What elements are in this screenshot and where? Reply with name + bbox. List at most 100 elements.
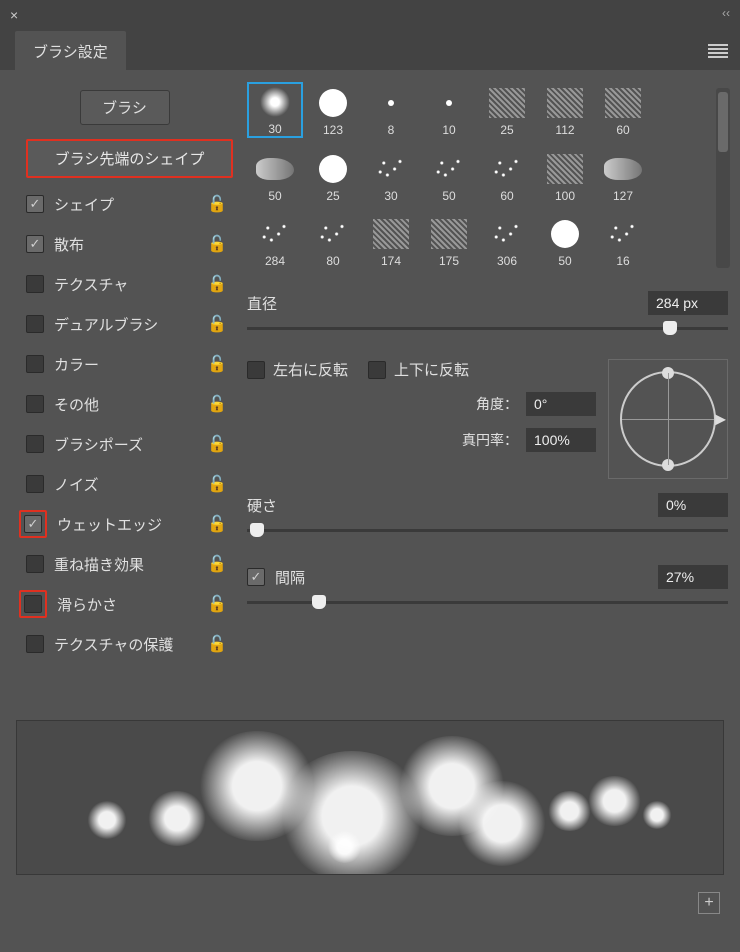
lock-icon[interactable]: 🔓 [207, 434, 227, 454]
brush-preset[interactable]: 174 [363, 213, 419, 269]
brush-preset[interactable]: 30 [363, 148, 419, 204]
brush-size-label: 80 [326, 254, 339, 268]
brush-grid-scrollbar[interactable] [716, 88, 730, 268]
angle-widget[interactable]: ▶ [608, 359, 728, 479]
spacing-field[interactable] [658, 565, 728, 589]
collapse-icon[interactable]: ‹‹ [722, 6, 730, 20]
flip-y-checkbox[interactable] [368, 361, 386, 379]
brush-tip-shape-button[interactable]: ブラシ先端のシェイプ [26, 139, 233, 178]
option-checkbox[interactable] [26, 355, 44, 373]
brush-preset[interactable]: 60 [595, 82, 651, 138]
tab-bar: ブラシ設定 [0, 30, 740, 70]
hardness-slider[interactable] [247, 521, 728, 541]
option-row: ブラシポーズ🔓 [12, 424, 237, 464]
angle-node-bottom[interactable] [662, 459, 674, 471]
brush-preset[interactable]: 16 [595, 213, 651, 269]
option-checkbox[interactable] [26, 635, 44, 653]
option-label[interactable]: シェイプ [54, 194, 207, 215]
option-label[interactable]: ブラシポーズ [54, 434, 207, 455]
lock-icon[interactable]: 🔓 [207, 234, 227, 254]
brush-preset[interactable]: 30 [247, 82, 303, 138]
lock-icon[interactable]: 🔓 [207, 634, 227, 654]
option-checkbox[interactable]: ✓ [26, 195, 44, 213]
brush-preset[interactable]: 50 [247, 148, 303, 204]
option-checkbox[interactable] [26, 555, 44, 573]
brush-size-label: 123 [323, 123, 343, 137]
hardness-label: 硬さ [247, 495, 277, 516]
brush-preset[interactable]: 50 [537, 213, 593, 269]
option-label[interactable]: 重ね描き効果 [54, 554, 207, 575]
brush-size-label: 175 [439, 254, 459, 268]
scrollbar-thumb[interactable] [718, 92, 728, 152]
lock-icon[interactable]: 🔓 [207, 594, 227, 614]
brush-size-label: 25 [326, 189, 339, 203]
new-brush-button[interactable]: + [698, 892, 720, 914]
lock-icon[interactable]: 🔓 [207, 474, 227, 494]
option-label[interactable]: その他 [54, 394, 207, 415]
option-row: 重ね描き効果🔓 [12, 544, 237, 584]
angle-node-top[interactable] [662, 367, 674, 379]
lock-icon[interactable]: 🔓 [207, 554, 227, 574]
lock-icon[interactable]: 🔓 [207, 514, 227, 534]
menu-icon[interactable] [708, 44, 728, 58]
option-row: その他🔓 [12, 384, 237, 424]
brush-preset[interactable]: 127 [595, 148, 651, 204]
brush-preset[interactable]: 112 [537, 82, 593, 138]
brush-preset[interactable]: 50 [421, 148, 477, 204]
brush-preset[interactable]: 25 [479, 82, 535, 138]
brush-preset[interactable]: 25 [305, 148, 361, 204]
spacing-slider[interactable] [247, 593, 728, 613]
main-area: 3012381025112605025305060100127284801741… [247, 82, 728, 710]
brush-size-label: 50 [268, 189, 281, 203]
roundness-field[interactable] [526, 428, 596, 452]
option-label[interactable]: 散布 [54, 234, 207, 255]
option-label[interactable]: 滑らかさ [57, 594, 207, 615]
option-checkbox[interactable] [26, 275, 44, 293]
brush-preset[interactable]: 306 [479, 213, 535, 269]
close-icon[interactable]: × [10, 7, 18, 23]
option-checkbox[interactable] [26, 435, 44, 453]
brush-size-label: 30 [384, 189, 397, 203]
option-label[interactable]: デュアルブラシ [54, 314, 207, 335]
option-label[interactable]: テクスチャ [54, 274, 207, 295]
brush-size-label: 112 [555, 123, 574, 137]
brush-preset[interactable]: 80 [305, 213, 361, 269]
brushes-button[interactable]: ブラシ [80, 90, 170, 125]
diameter-field[interactable] [648, 291, 728, 315]
brush-size-label: 8 [388, 123, 395, 137]
lock-icon[interactable]: 🔓 [207, 394, 227, 414]
hardness-field[interactable] [658, 493, 728, 517]
brush-preset[interactable]: 284 [247, 213, 303, 269]
flip-x-checkbox[interactable] [247, 361, 265, 379]
angle-field[interactable] [526, 392, 596, 416]
option-checkbox[interactable] [24, 595, 42, 613]
lock-icon[interactable]: 🔓 [207, 194, 227, 214]
option-label[interactable]: ノイズ [54, 474, 207, 495]
brush-preset[interactable]: 100 [537, 148, 593, 204]
brush-size-label: 60 [500, 189, 513, 203]
option-label[interactable]: カラー [54, 354, 207, 375]
option-row: ノイズ🔓 [12, 464, 237, 504]
brush-preset[interactable]: 8 [363, 82, 419, 138]
option-checkbox[interactable] [26, 395, 44, 413]
brush-size-label: 16 [616, 254, 629, 268]
option-checkbox[interactable]: ✓ [26, 235, 44, 253]
lock-icon[interactable]: 🔓 [207, 274, 227, 294]
diameter-slider[interactable] [247, 319, 728, 339]
option-label[interactable]: ウェットエッジ [57, 514, 207, 535]
lock-icon[interactable]: 🔓 [207, 354, 227, 374]
option-checkbox[interactable] [26, 315, 44, 333]
lock-icon[interactable]: 🔓 [207, 314, 227, 334]
brush-preset[interactable]: 60 [479, 148, 535, 204]
tab-brush-settings[interactable]: ブラシ設定 [15, 31, 126, 70]
spacing-checkbox[interactable]: ✓ [247, 568, 265, 586]
brush-preset[interactable]: 123 [305, 82, 361, 138]
brush-preset[interactable]: 10 [421, 82, 477, 138]
angle-arrow-icon[interactable]: ▶ [715, 411, 726, 428]
option-row: デュアルブラシ🔓 [12, 304, 237, 344]
option-checkbox[interactable]: ✓ [24, 515, 42, 533]
option-checkbox[interactable] [26, 475, 44, 493]
brush-preset[interactable]: 175 [421, 213, 477, 269]
diameter-label: 直径 [247, 293, 277, 314]
option-label[interactable]: テクスチャの保護 [54, 634, 207, 655]
